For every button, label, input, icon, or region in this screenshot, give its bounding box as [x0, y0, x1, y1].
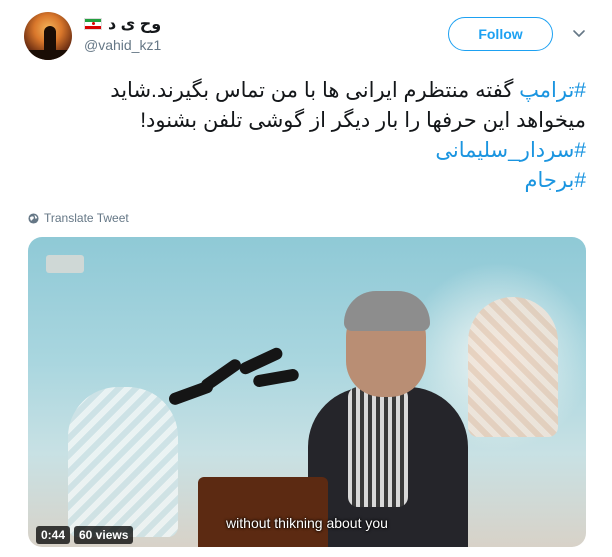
background-decoration [468, 297, 558, 437]
author-handle[interactable]: @vahid_kz1 [84, 37, 161, 53]
tweet-line: #برجام [26, 166, 587, 196]
tweet-text: #ترامپ گفته منتظرم ایرانی ها با من تماس … [26, 76, 586, 196]
hashtag-link[interactable]: #سردار_سلیمانی [435, 139, 586, 162]
translate-label[interactable]: Translate Tweet [44, 211, 129, 225]
globe-icon [28, 212, 39, 224]
display-name[interactable]: و‌ح ی د [108, 14, 161, 34]
tweet-line: میخواهد این حرفها را بار دیگر از گوشی تل… [26, 106, 586, 136]
avatar[interactable] [24, 12, 72, 60]
speaker-figure [308, 291, 468, 547]
video-views: 60 views [74, 526, 134, 544]
tweet-line: #سردار_سلیمانی [26, 136, 586, 166]
avatar-silhouette [44, 26, 56, 52]
tweet-line-text: گفته منتظرم ایرانی ها با من تماس بگیرند.… [110, 79, 520, 102]
podium [198, 477, 328, 547]
hashtag-link[interactable]: #برجام [525, 169, 587, 192]
tweet-header: و‌ح ی د @vahid_kz1 Follow [0, 0, 612, 70]
author-name-row[interactable]: و‌ح ی د [84, 14, 161, 34]
channel-logo [46, 255, 84, 273]
follow-button[interactable]: Follow [448, 17, 553, 51]
tweet-line: #ترامپ گفته منتظرم ایرانی ها با من تماس … [26, 76, 586, 106]
iran-flag-icon [84, 18, 102, 30]
hashtag-link[interactable]: #ترامپ [519, 79, 586, 102]
speaker-scarf [348, 387, 408, 507]
video-player[interactable]: without thikning about you 0:44 60 views [28, 237, 586, 547]
tweet-line-text: میخواهد این حرفها را بار دیگر از گوشی تل… [140, 109, 586, 132]
microphone [252, 368, 300, 388]
video-duration: 0:44 [36, 526, 71, 544]
speaker-hair [344, 291, 430, 331]
microphone [167, 379, 215, 407]
translate-tweet[interactable]: Translate Tweet [28, 211, 129, 225]
chevron-down-icon[interactable] [572, 26, 586, 40]
